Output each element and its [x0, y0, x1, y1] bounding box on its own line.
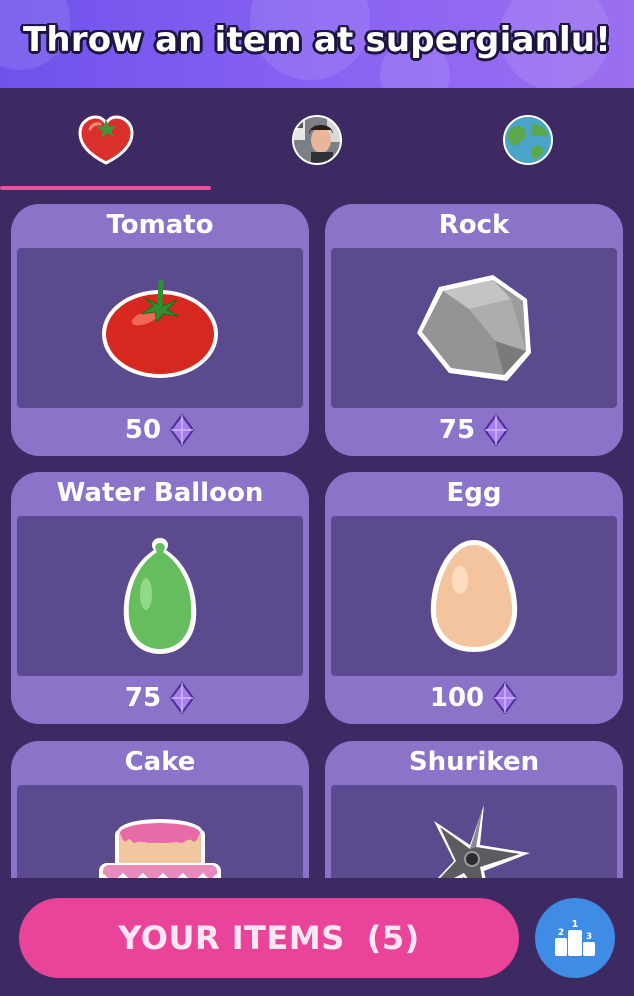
- price-value: 75: [124, 683, 162, 713]
- item-image-well: [17, 516, 303, 676]
- item-card-water-balloon[interactable]: Water Balloon 75: [11, 472, 309, 724]
- item-name: Rock: [438, 210, 510, 240]
- item-image-well: [331, 248, 617, 408]
- price-value: 100: [429, 683, 485, 713]
- item-image-well: [17, 785, 303, 878]
- item-card-shuriken[interactable]: Shuriken: [325, 741, 623, 878]
- page-title: Throw an item at supergianlu!: [23, 20, 611, 60]
- item-card-cake[interactable]: Cake: [11, 741, 309, 878]
- svg-text:2: 2: [558, 928, 564, 938]
- item-name: Egg: [446, 478, 502, 508]
- price-value: 75: [438, 415, 476, 445]
- egg-icon: [430, 540, 518, 652]
- gem-icon: [169, 682, 195, 714]
- leaderboard-button[interactable]: 1 2 3: [535, 898, 615, 978]
- user-avatar-icon: [291, 115, 342, 165]
- item-price: 75: [11, 682, 309, 714]
- item-name: Tomato: [106, 210, 214, 240]
- item-name: Cake: [124, 747, 196, 777]
- svg-text:1: 1: [572, 919, 579, 930]
- item-grid: Tomato 50 Rock 75 Water Balloon 75 Egg 1…: [0, 192, 634, 878]
- water-balloon-icon: [123, 538, 197, 654]
- gem-icon: [169, 414, 195, 446]
- tab-streamer[interactable]: [211, 88, 422, 192]
- item-price: 100: [325, 682, 623, 714]
- tab-global[interactable]: [422, 88, 633, 192]
- item-card-tomato[interactable]: Tomato 50: [11, 204, 309, 456]
- globe-icon: [502, 115, 553, 165]
- item-image-well: [331, 785, 617, 878]
- shuriken-icon: [434, 805, 530, 878]
- price-value: 50: [124, 415, 162, 445]
- category-tabs: [0, 88, 634, 192]
- cake-icon: [99, 819, 221, 878]
- item-name: Shuriken: [408, 747, 540, 777]
- leaderboard-podium-icon: 1 2 3: [555, 919, 595, 956]
- gem-icon: [492, 682, 518, 714]
- item-image-well: [17, 248, 303, 408]
- your-items-count: (5): [366, 919, 420, 957]
- item-price: 75: [325, 414, 623, 446]
- header-banner: Throw an item at supergianlu!: [0, 0, 634, 88]
- gem-icon: [483, 414, 509, 446]
- active-tab-indicator: [0, 186, 211, 190]
- item-name: Water Balloon: [56, 478, 264, 508]
- tomato-icon: [102, 279, 218, 378]
- your-items-label: YOUR ITEMS: [118, 919, 345, 957]
- item-image-well: [331, 516, 617, 676]
- item-price: 50: [11, 414, 309, 446]
- your-items-button[interactable]: YOUR ITEMS (5): [19, 898, 519, 978]
- item-card-rock[interactable]: Rock 75: [325, 204, 623, 456]
- tab-items[interactable]: [0, 88, 211, 192]
- svg-text:3: 3: [586, 932, 592, 942]
- rock-icon: [417, 275, 531, 381]
- item-card-egg[interactable]: Egg 100: [325, 472, 623, 724]
- tomato-icon: [77, 115, 134, 165]
